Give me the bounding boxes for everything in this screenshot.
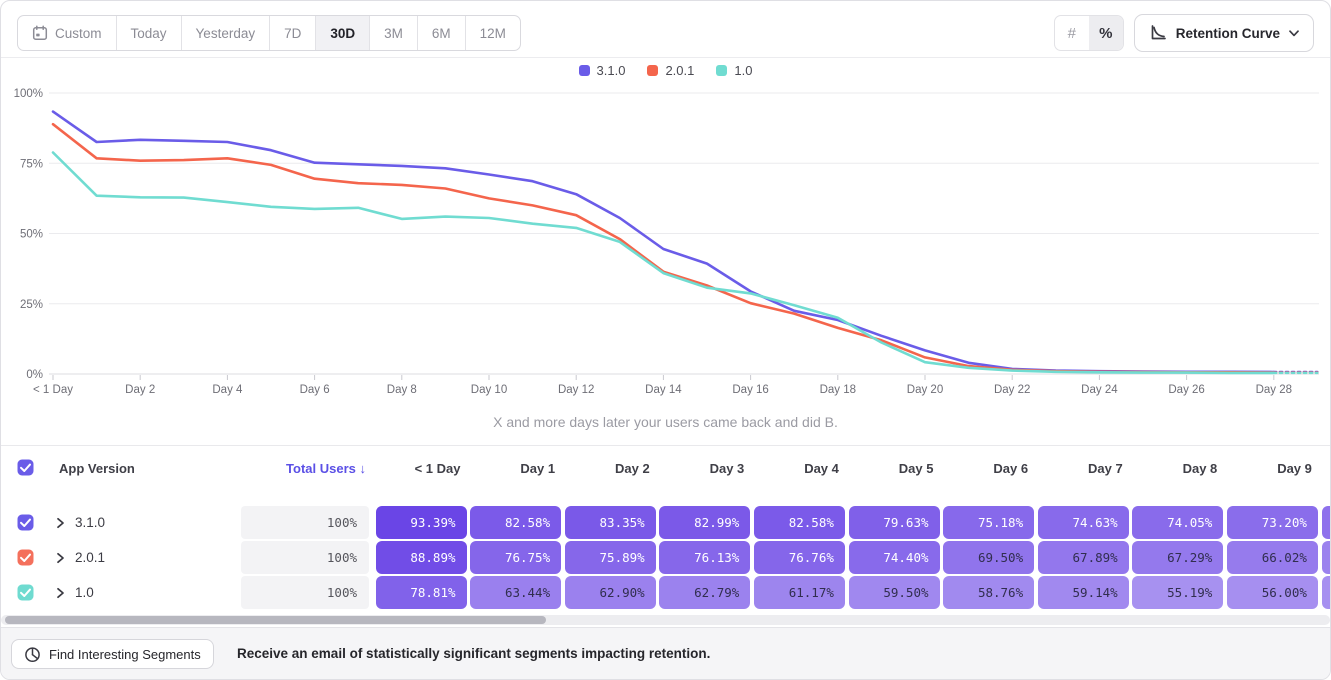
column-header-total-users-sorted[interactable]: Total Users ↓	[241, 461, 366, 476]
retention-cell-3-1-0-day-4[interactable]: 82.58%	[754, 506, 845, 539]
column-header-day-4[interactable]: Day 4	[754, 461, 845, 476]
horizontal-scrollbar-thumb[interactable]	[5, 616, 546, 624]
x-axis-label: Day 28	[1256, 384, 1292, 396]
column-header-day-7[interactable]: Day 7	[1038, 461, 1129, 476]
total-users-cell: 100%	[241, 541, 369, 574]
retention-cell-1-0-day-1[interactable]: 63.44%	[470, 576, 561, 609]
retention-cell-3-1-0-day-1[interactable]: 82.58%	[470, 506, 561, 539]
y-axis-label: 25%	[20, 299, 43, 311]
row-checkbox-2-0-1[interactable]	[17, 549, 34, 566]
footer-message: Receive an email of statistically signif…	[237, 646, 710, 661]
y-axis-label: 50%	[20, 229, 43, 241]
retention-cell-1-0-day-3[interactable]: 62.79%	[659, 576, 750, 609]
retention-cell-clipped[interactable]	[1322, 541, 1331, 574]
column-header-day-1[interactable]: Day 1	[470, 461, 561, 476]
x-axis-label: Day 24	[1081, 384, 1118, 396]
find-interesting-segments-button[interactable]: Find Interesting Segments	[11, 639, 214, 669]
x-axis-label: Day 26	[1168, 384, 1204, 396]
x-axis-label: Day 10	[471, 384, 507, 396]
column-header-day-5[interactable]: Day 5	[849, 461, 940, 476]
retention-cell-2-0-1-day-8[interactable]: 67.29%	[1132, 541, 1223, 574]
retention-cell-1-0-day-5[interactable]: 59.50%	[849, 576, 940, 609]
retention-cell-2-0-1-day-0[interactable]: 88.89%	[376, 541, 467, 574]
segments-icon	[24, 646, 41, 663]
retention-cell-2-0-1-day-9[interactable]: 66.02%	[1227, 541, 1318, 574]
retention-cell-3-1-0-day-7[interactable]: 74.63%	[1038, 506, 1129, 539]
column-header-day-9[interactable]: Day 9	[1227, 461, 1318, 476]
total-users-cell: 100%	[241, 506, 369, 539]
y-axis-label: 75%	[20, 158, 43, 170]
retention-report-panel: CustomTodayYesterday7D30D3M6M12M #% Rete…	[0, 0, 1331, 680]
retention-cell-2-0-1-day-1[interactable]: 76.75%	[470, 541, 561, 574]
chart-caption: X and more days later your users came ba…	[1, 414, 1330, 430]
table-divider	[1, 445, 1330, 446]
segments-button-label: Find Interesting Segments	[49, 647, 201, 662]
row-label-1-0: 1.0	[75, 585, 94, 600]
x-axis-label: < 1 Day	[33, 384, 73, 396]
retention-cell-2-0-1-day-5[interactable]: 74.40%	[849, 541, 940, 574]
row-checkbox-1-0[interactable]	[17, 584, 34, 601]
retention-cell-3-1-0-day-8[interactable]: 74.05%	[1132, 506, 1223, 539]
retention-cell-1-0-day-9[interactable]: 56.00%	[1227, 576, 1318, 609]
row-checkbox-3-1-0[interactable]	[17, 514, 34, 531]
retention-cell-3-1-0-day-5[interactable]: 79.63%	[849, 506, 940, 539]
retention-cell-clipped[interactable]	[1322, 576, 1331, 609]
row-expander-chevron-icon[interactable]	[56, 587, 65, 599]
x-axis-label: Day 4	[212, 384, 243, 396]
column-header-day-2[interactable]: Day 2	[565, 461, 656, 476]
x-axis-label: Day 18	[820, 384, 856, 396]
retention-cell-2-0-1-day-6[interactable]: 69.50%	[943, 541, 1034, 574]
y-axis-label: 100%	[14, 88, 43, 100]
retention-cell-1-0-day-2[interactable]: 62.90%	[565, 576, 656, 609]
x-axis-label: Day 16	[732, 384, 768, 396]
column-header-day-8[interactable]: Day 8	[1132, 461, 1223, 476]
retention-cell-2-0-1-day-7[interactable]: 67.89%	[1038, 541, 1129, 574]
retention-cell-1-0-day-8[interactable]: 55.19%	[1132, 576, 1223, 609]
select-all-checkbox[interactable]	[17, 459, 34, 476]
retention-cell-2-0-1-day-2[interactable]: 75.89%	[565, 541, 656, 574]
series-line-3-1-0[interactable]	[53, 112, 1274, 372]
row-expander-chevron-icon[interactable]	[56, 552, 65, 564]
x-axis-label: Day 14	[645, 384, 682, 396]
x-axis-label: Day 12	[558, 384, 594, 396]
column-header-1-day[interactable]: < 1 Day	[376, 461, 467, 476]
retention-cell-3-1-0-day-9[interactable]: 73.20%	[1227, 506, 1318, 539]
series-line-1-0[interactable]	[53, 153, 1274, 373]
column-header-day-6[interactable]: Day 6	[943, 461, 1034, 476]
retention-cell-1-0-day-6[interactable]: 58.76%	[943, 576, 1034, 609]
retention-cell-clipped[interactable]	[1322, 506, 1331, 539]
x-axis-label: Day 2	[125, 384, 155, 396]
row-label-2-0-1: 2.0.1	[75, 550, 105, 565]
retention-cell-3-1-0-day-2[interactable]: 83.35%	[565, 506, 656, 539]
footer-bar: Find Interesting Segments Receive an ema…	[1, 627, 1330, 679]
retention-cell-3-1-0-day-6[interactable]: 75.18%	[943, 506, 1034, 539]
retention-cell-3-1-0-day-3[interactable]: 82.99%	[659, 506, 750, 539]
x-axis-label: Day 20	[907, 384, 943, 396]
column-header-app-version[interactable]: App Version	[59, 461, 135, 476]
retention-cell-1-0-day-4[interactable]: 61.17%	[754, 576, 845, 609]
y-axis-label: 0%	[26, 369, 43, 381]
retention-cell-1-0-day-7[interactable]: 59.14%	[1038, 576, 1129, 609]
retention-cell-1-0-day-0[interactable]: 78.81%	[376, 576, 467, 609]
retention-cell-2-0-1-day-4[interactable]: 76.76%	[754, 541, 845, 574]
row-label-3-1-0: 3.1.0	[75, 515, 105, 530]
x-axis-label: Day 22	[994, 384, 1030, 396]
horizontal-scrollbar-track[interactable]	[1, 615, 1330, 625]
retention-line-chart: 0% 25% 50% 75% 100% < 1 Day Day 2 Day 4 Day 6 Day…	[1, 1, 1331, 441]
x-axis-label: Day 6	[300, 384, 330, 396]
retention-cell-3-1-0-day-0[interactable]: 93.39%	[376, 506, 467, 539]
total-users-cell: 100%	[241, 576, 369, 609]
column-header-day-3[interactable]: Day 3	[659, 461, 750, 476]
retention-cell-2-0-1-day-3[interactable]: 76.13%	[659, 541, 750, 574]
row-expander-chevron-icon[interactable]	[56, 517, 65, 529]
x-axis-label: Day 8	[387, 384, 417, 396]
